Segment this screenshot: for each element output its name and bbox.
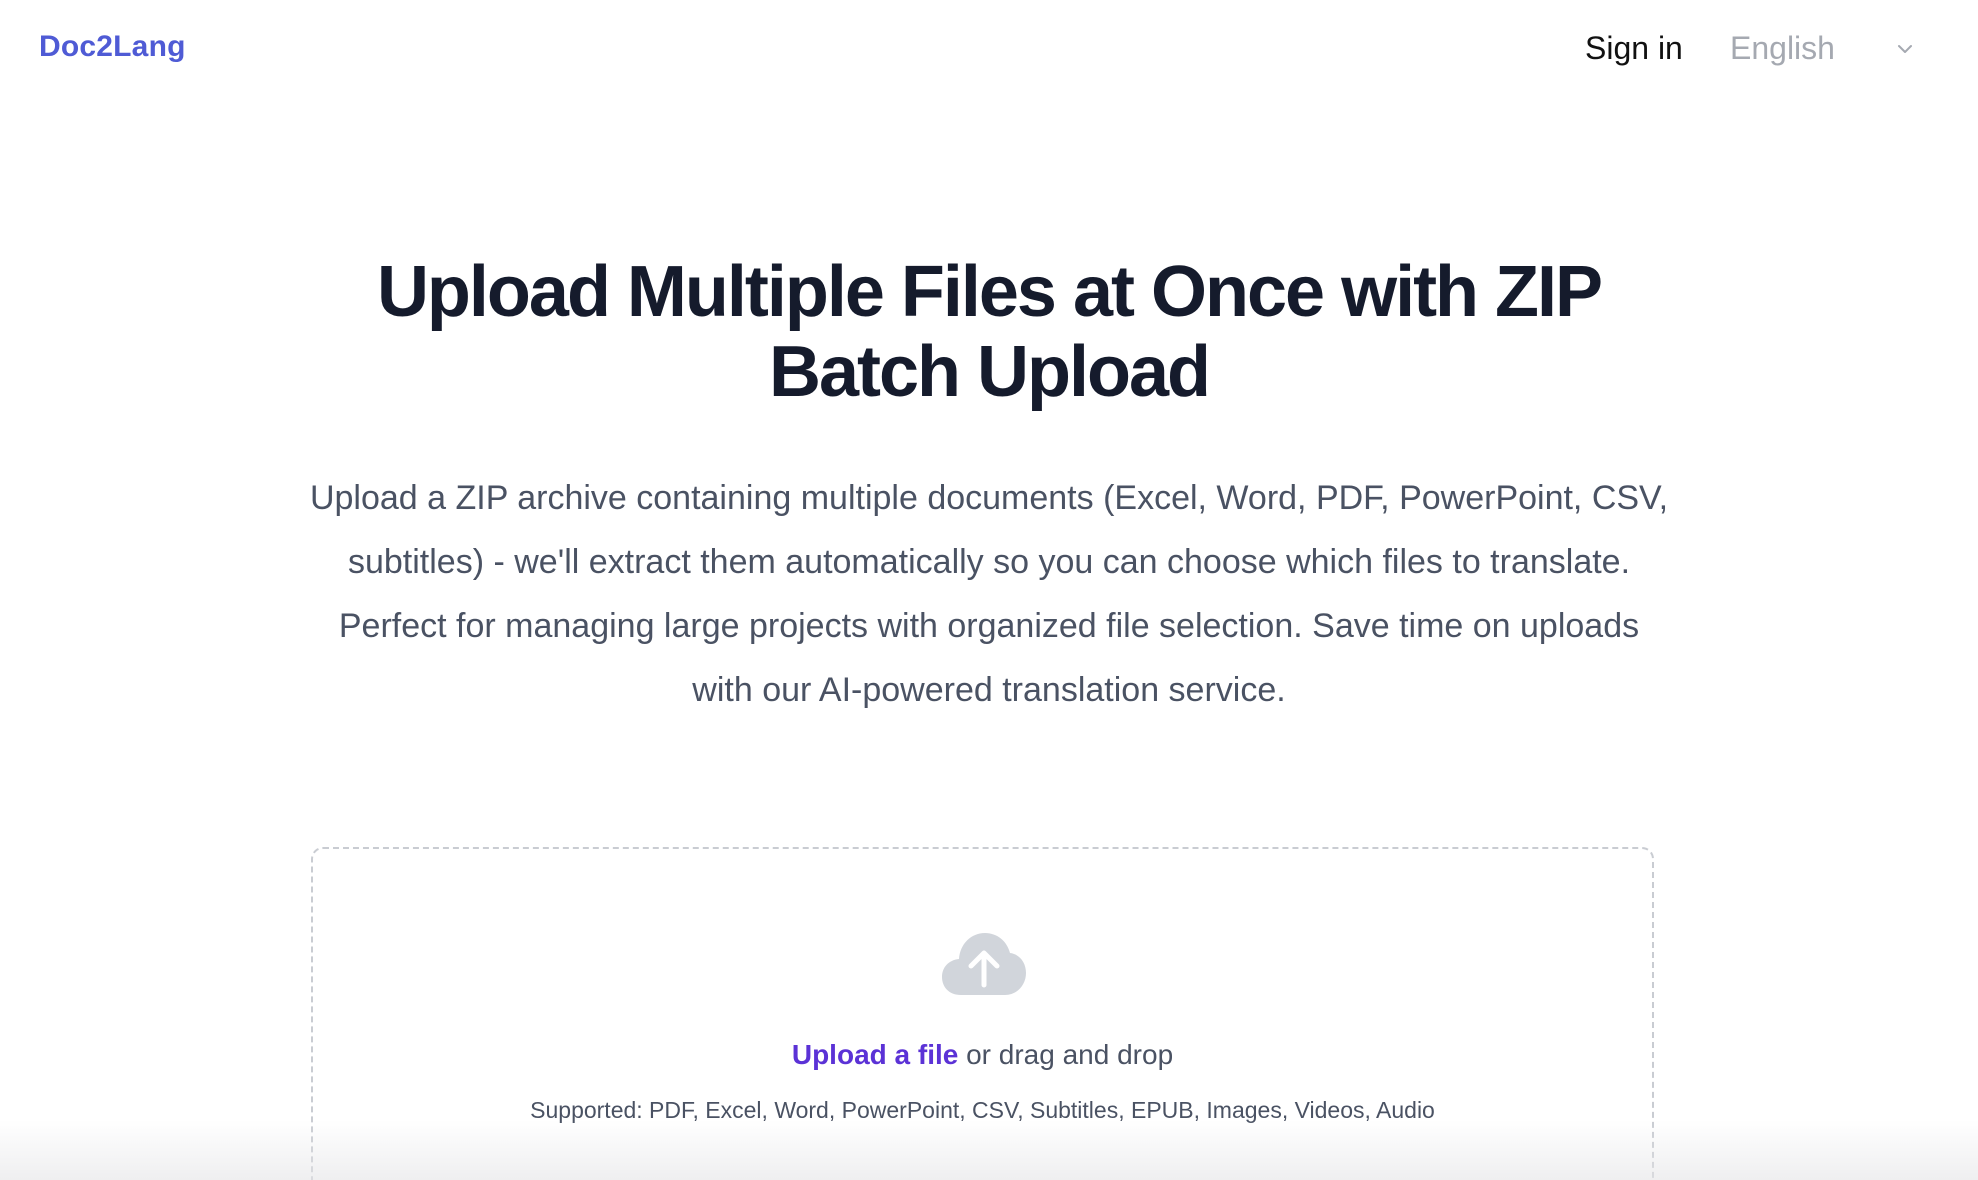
- upload-prompt: Upload a file or drag and drop: [313, 1039, 1652, 1071]
- page-description: Upload a ZIP archive containing multiple…: [309, 479, 1669, 709]
- cloud-upload-icon: [942, 933, 1026, 995]
- drag-drop-text: or drag and drop: [958, 1039, 1174, 1070]
- supported-formats-text: Supported: PDF, Excel, Word, PowerPoint,…: [530, 1097, 1435, 1123]
- top-nav: Doc2Lang Sign in English: [0, 0, 1978, 100]
- language-select[interactable]: English: [1730, 26, 1920, 72]
- chevron-down-icon: [1898, 45, 1912, 53]
- brand-logo-link[interactable]: Doc2Lang: [39, 30, 186, 64]
- file-dropzone[interactable]: Upload a file or drag and drop Supported…: [311, 847, 1654, 1180]
- language-select-value: English: [1730, 30, 1835, 66]
- page: Doc2Lang Sign in English Upload Multiple…: [0, 0, 1978, 1180]
- upload-file-link[interactable]: Upload a file: [792, 1039, 958, 1070]
- sign-in-link[interactable]: Sign in: [1585, 30, 1683, 67]
- page-title: Upload Multiple Files at Once with ZIP B…: [376, 252, 1603, 412]
